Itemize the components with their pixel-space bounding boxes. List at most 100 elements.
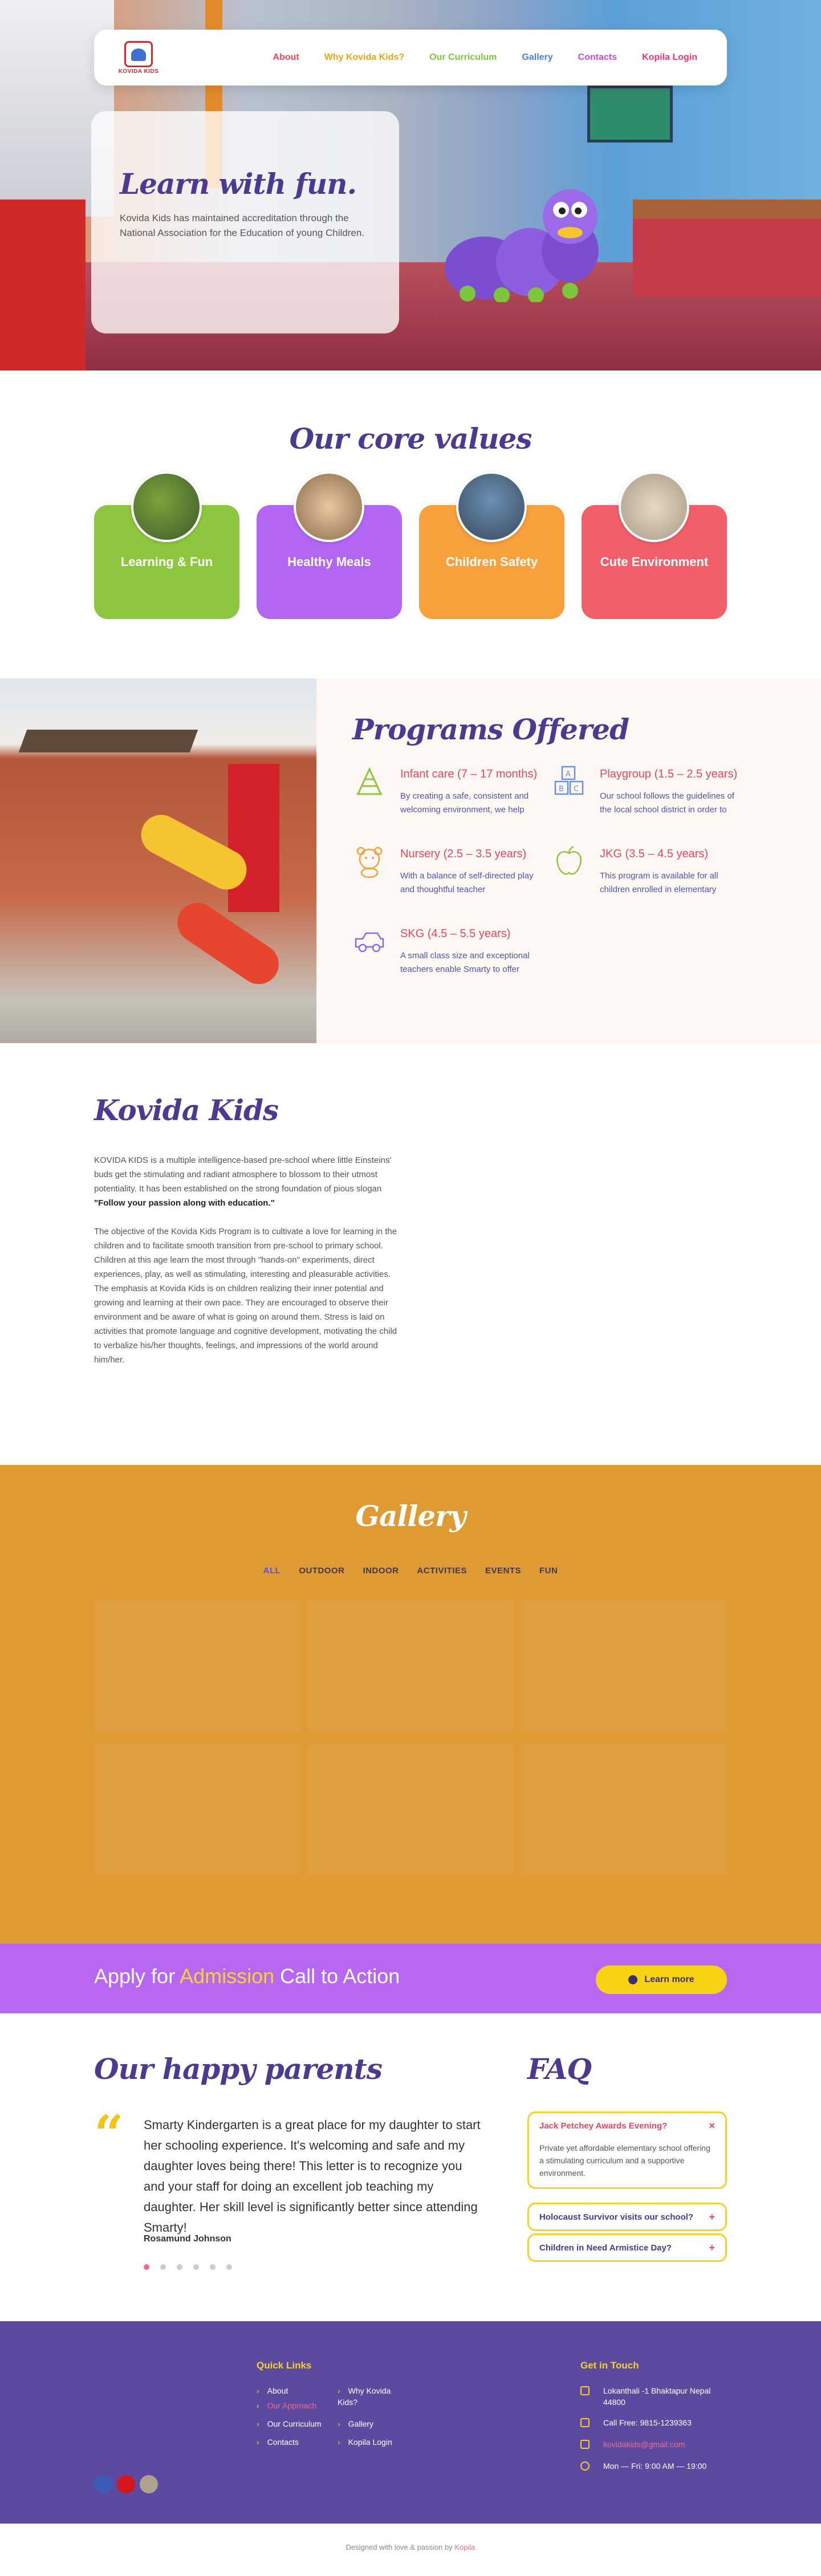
contact-email[interactable]: kovidakids@gmail.com <box>580 2439 729 2450</box>
bed-image <box>633 200 821 296</box>
gallery-tab-outdoor[interactable]: OUTDOOR <box>290 1566 353 1576</box>
email-icon <box>580 2440 590 2449</box>
gallery-item[interactable] <box>521 1601 727 1732</box>
program-item[interactable]: JKG (3.5 – 4.5 years) This program is av… <box>552 844 740 913</box>
nav-link-gallery[interactable]: Gallery <box>509 52 565 63</box>
testimonial-author: Rosamund Johnson <box>144 2234 231 2244</box>
footer-link-gallery[interactable]: Gallery <box>338 2418 373 2430</box>
about-title: Kovida Kids <box>94 1093 279 1127</box>
program-item[interactable]: AB C Playgroup (1.5 – 2.5 years) Our scho… <box>552 764 740 833</box>
faq-question[interactable]: Holocaust Survivor visits our school? + <box>529 2204 725 2229</box>
pager-dot[interactable] <box>210 2264 216 2270</box>
close-icon: × <box>709 2119 715 2131</box>
caterpillar-toy-image <box>445 189 599 302</box>
faq-item[interactable]: Holocaust Survivor visits our school? + <box>527 2203 727 2231</box>
gallery-item[interactable] <box>521 1743 727 1874</box>
core-values-section: Our core values Learning & Fun Healthy M… <box>0 371 821 678</box>
pager-dot[interactable] <box>226 2264 232 2270</box>
logo-emblem-icon <box>124 40 153 67</box>
nav-link-our-curriculum[interactable]: Our Curriculum <box>417 52 509 63</box>
facebook-icon[interactable] <box>94 2475 112 2493</box>
pager-dot[interactable] <box>160 2264 166 2270</box>
footer-link-kopila-login[interactable]: Kopila Login <box>338 2436 392 2448</box>
about-paragraph-1: KOVIDA KIDS is a multiple intelligence-b… <box>94 1155 392 1194</box>
instagram-icon[interactable] <box>140 2475 158 2493</box>
program-item[interactable]: SKG (4.5 – 5.5 years) A small class size… <box>352 924 540 992</box>
parents-title: Our happy parents <box>94 2052 383 2086</box>
value-photo-safety <box>456 471 527 542</box>
gallery-filter-tabs: ALL OUTDOOR INDOOR ACTIVITIES EVENTS FUN <box>0 1566 821 1576</box>
nav-link-about[interactable]: About <box>261 52 312 63</box>
phone-icon <box>580 2418 590 2427</box>
svg-text:C: C <box>574 785 579 793</box>
program-item[interactable]: Nursery (2.5 – 3.5 years) With a balance… <box>352 844 540 913</box>
abacus-icon <box>357 767 382 795</box>
apple-icon <box>556 845 582 875</box>
gallery-tab-indoor[interactable]: INDOOR <box>353 1566 408 1576</box>
logo-text: KOVIDA KIDS <box>118 68 159 75</box>
gallery-tab-all[interactable]: ALL <box>254 1566 290 1576</box>
social-links <box>94 2475 158 2493</box>
copyright-brand-link[interactable]: Kopila <box>454 2543 475 2551</box>
bookshelf-image <box>0 200 86 371</box>
gallery-tab-events[interactable]: EVENTS <box>476 1566 530 1576</box>
footer-link-our-approach[interactable]: Our Approach <box>257 2400 316 2411</box>
learn-more-label: Learn more <box>644 1975 694 1984</box>
pager-dot[interactable] <box>193 2264 199 2270</box>
nav-link-contacts[interactable]: Contacts <box>566 52 629 63</box>
gallery-item[interactable] <box>307 1601 514 1732</box>
about-slogan: "Follow your passion along with educatio… <box>94 1198 275 1208</box>
contact-title: Get in Touch <box>580 2360 639 2371</box>
notice-board-image <box>587 86 673 143</box>
value-photo-learning <box>131 471 202 542</box>
faq-question-text: Jack Petchey Awards Evening? <box>539 2121 668 2131</box>
testimonial-quote: Smarty Kindergarten is a great place for… <box>144 2118 481 2235</box>
gallery-item[interactable] <box>94 1601 300 1732</box>
gallery-item[interactable] <box>307 1743 514 1874</box>
value-card-label: Cute Environment <box>600 555 709 569</box>
pager-dot[interactable] <box>144 2264 149 2270</box>
contact-hours: Mon — Fri: 9:00 AM — 19:00 <box>580 2460 729 2472</box>
quote-mark-icon: “ <box>94 2104 124 2164</box>
address-text: Lokanthali -1 Bhaktapur Nepal 44800 <box>603 2386 711 2407</box>
gallery-tab-fun[interactable]: FUN <box>530 1566 567 1576</box>
hero-text: Kovida Kids has maintained accreditation… <box>120 213 365 238</box>
playground-image <box>0 678 316 1043</box>
kovida-kids-logo[interactable]: KOVIDA KIDS <box>116 37 161 78</box>
value-photo-environment <box>619 471 689 542</box>
program-desc: With a balance of self-directed play and… <box>400 871 534 894</box>
admission-cta-section: Apply for Admission Call to Action Learn… <box>0 1944 821 2013</box>
contact-phone[interactable]: Call Free: 9815-1239363 <box>580 2417 729 2428</box>
learn-more-button[interactable]: Learn more <box>596 1965 727 1994</box>
program-title: Nursery (2.5 – 3.5 years) <box>400 848 527 860</box>
footer-link-why-kovida-kids[interactable]: Why Kovida Kids? <box>338 2385 406 2408</box>
value-photo-meals <box>294 471 364 542</box>
programs-section: Programs Offered Infant care (7 – 17 mon… <box>0 678 821 1043</box>
faq-question[interactable]: Children in Need Armistice Day? + <box>529 2235 725 2260</box>
hero-card: Learn with fun. Kovida Kids has maintain… <box>91 111 399 333</box>
program-desc: Our school follows the guidelines of the… <box>600 791 734 815</box>
faq-item[interactable]: Children in Need Armistice Day? + <box>527 2233 727 2262</box>
gallery-tab-activities[interactable]: ACTIVITIES <box>408 1566 476 1576</box>
testimonial-pager <box>144 2264 232 2270</box>
about-text: KOVIDA KIDS is a multiple intelligence-b… <box>94 1153 402 1367</box>
cta-heading: Apply for Admission Call to Action <box>94 1964 400 1988</box>
footer-link-about[interactable]: About <box>257 2385 288 2396</box>
cta-highlight-text: Admission <box>180 1964 275 1988</box>
faq-item[interactable]: Jack Petchey Awards Evening? × Private ye… <box>527 2111 727 2189</box>
footer-link-our-curriculum[interactable]: Our Curriculum <box>257 2418 322 2430</box>
footer: Quick Links About Our Approach Our Curri… <box>0 2321 821 2524</box>
faq-question[interactable]: Jack Petchey Awards Evening? × <box>529 2113 725 2138</box>
nav-link-kopila-login[interactable]: Kopila Login <box>629 52 710 63</box>
programs-panel: Programs Offered Infant care (7 – 17 mon… <box>316 678 821 1043</box>
pager-dot[interactable] <box>177 2264 182 2270</box>
nav-link-why-kovida-kids[interactable]: Why Kovida Kids? <box>312 52 417 63</box>
value-card-label: Learning & Fun <box>120 555 213 569</box>
gallery-item[interactable] <box>94 1743 300 1874</box>
testimonials-faq-section: Our happy parents “ Smarty Kindergarten … <box>0 2013 821 2321</box>
youtube-icon[interactable] <box>117 2475 135 2493</box>
footer-link-contacts[interactable]: Contacts <box>257 2436 299 2448</box>
svg-text:B: B <box>559 785 564 793</box>
program-desc: By creating a safe, consistent and welco… <box>400 791 529 815</box>
program-item[interactable]: Infant care (7 – 17 months) By creating … <box>352 764 540 833</box>
